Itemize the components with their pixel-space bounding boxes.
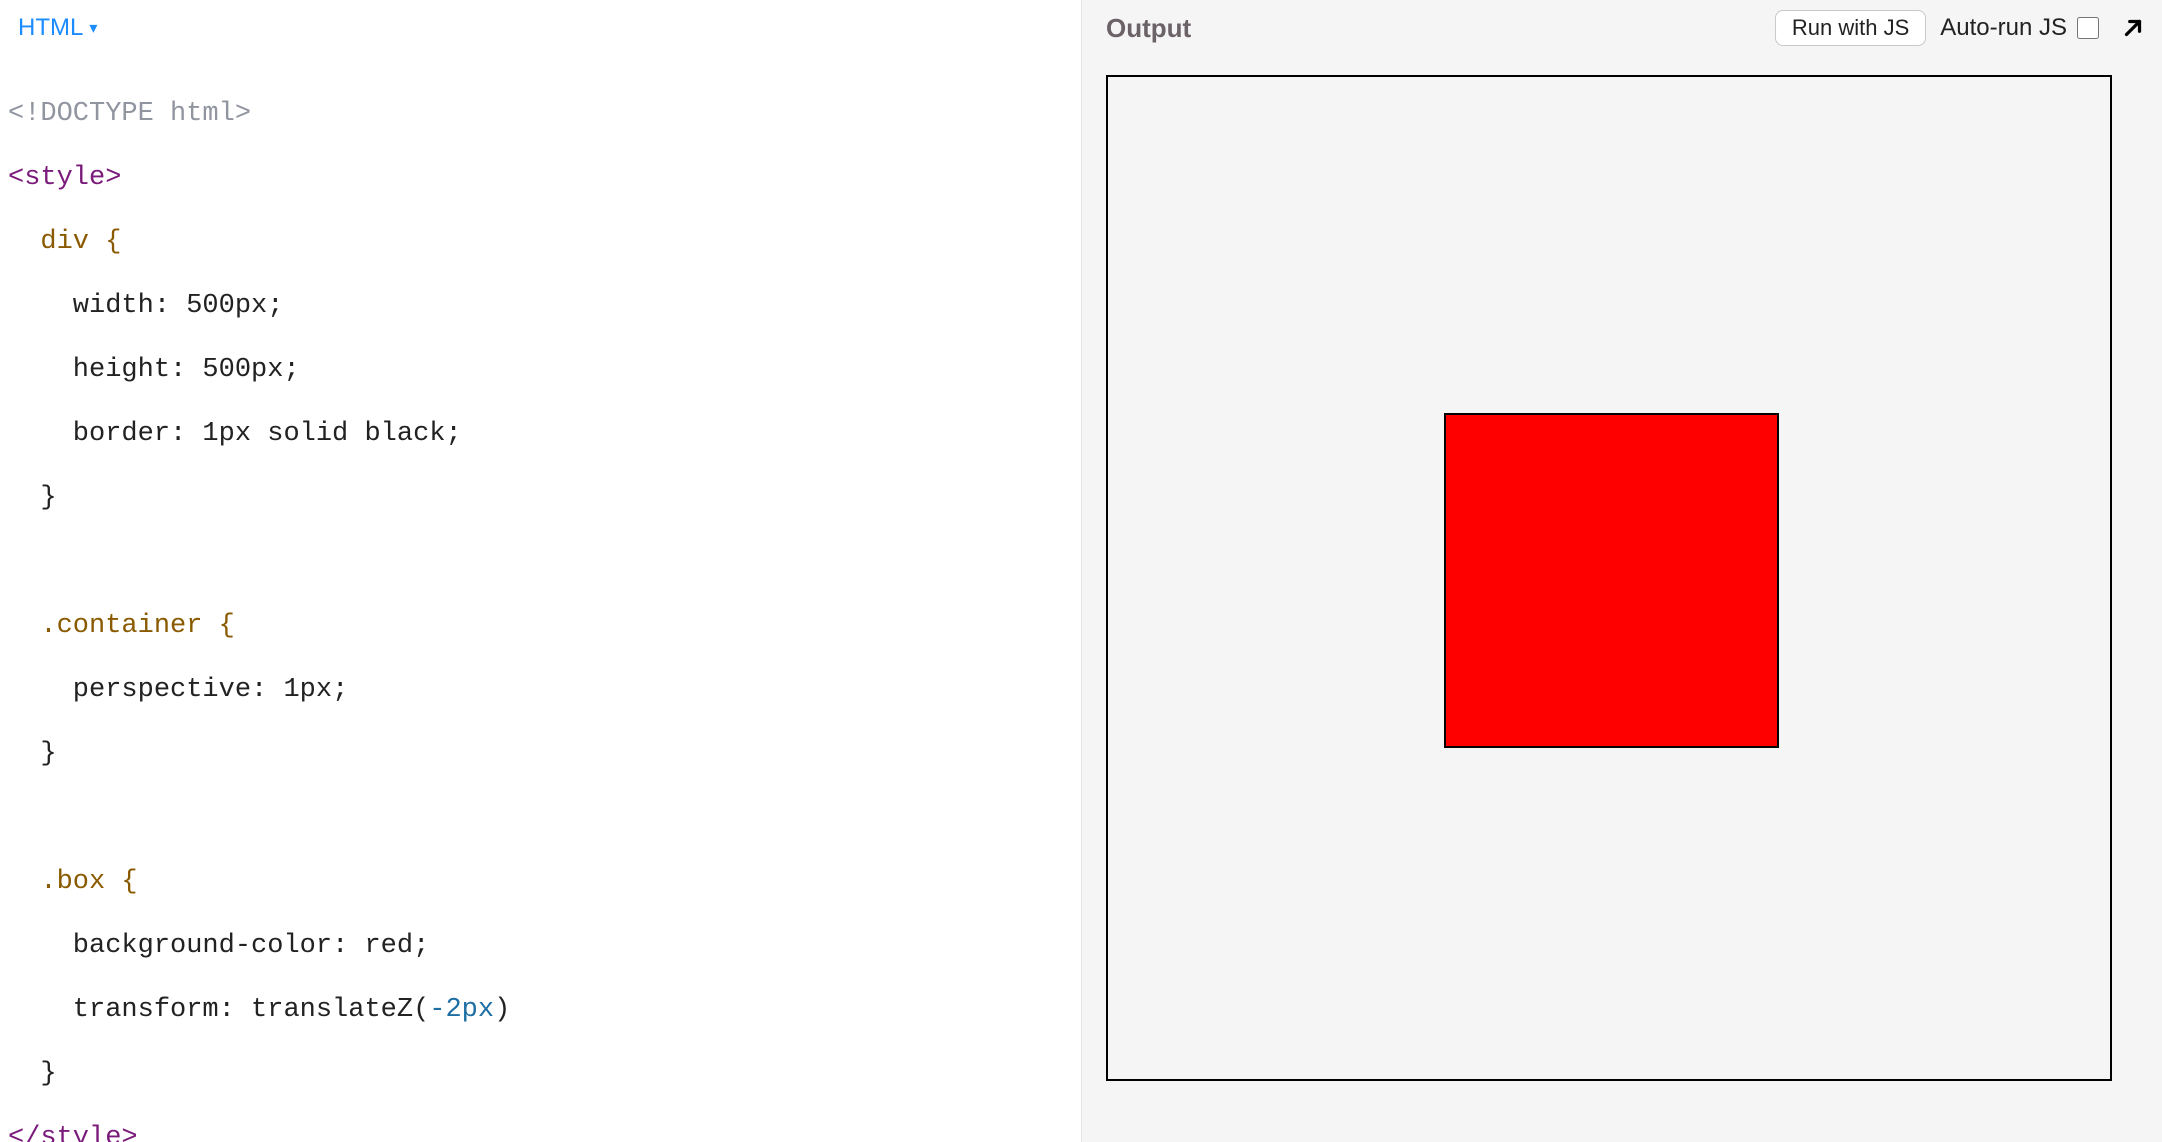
code-prop: height bbox=[8, 355, 170, 385]
preview-container-div bbox=[1106, 75, 2112, 1081]
editor-pane: HTML ▾ <!DOCTYPE html> <style> div { wid… bbox=[0, 0, 1081, 1142]
code-val: translateZ( bbox=[235, 995, 429, 1025]
code-line: } bbox=[8, 739, 57, 769]
code-prop: perspective bbox=[8, 675, 251, 705]
auto-run-js-label: Auto-run JS bbox=[1940, 14, 2067, 42]
code-prop: transform bbox=[8, 995, 219, 1025]
code-prop: background-color bbox=[8, 931, 332, 961]
output-title: Output bbox=[1106, 13, 1191, 44]
code-prop: width bbox=[8, 291, 154, 321]
app-root: HTML ▾ <!DOCTYPE html> <style> div { wid… bbox=[0, 0, 2162, 1142]
code-line: div { bbox=[8, 227, 121, 257]
code-line: } bbox=[8, 1059, 57, 1089]
auto-run-js-checkbox[interactable] bbox=[2077, 17, 2099, 39]
code-val: -2px bbox=[429, 995, 494, 1025]
output-toolbar: Output Run with JS Auto-run JS bbox=[1082, 0, 2162, 56]
expand-icon[interactable] bbox=[2120, 15, 2146, 41]
code-line: .box { bbox=[8, 867, 138, 897]
output-preview bbox=[1106, 75, 2074, 1081]
code-val: 500px bbox=[170, 291, 267, 321]
code-prop: border bbox=[8, 419, 170, 449]
editor-language-selector[interactable]: HTML ▾ bbox=[0, 0, 1081, 56]
code-line: } bbox=[8, 483, 57, 513]
code-line: </style> bbox=[8, 1123, 138, 1142]
code-val: red bbox=[348, 931, 413, 961]
code-line: <style> bbox=[8, 163, 121, 193]
code-line: .container { bbox=[8, 611, 235, 641]
code-val: 1px bbox=[267, 675, 332, 705]
code-val: ) bbox=[494, 995, 510, 1025]
auto-run-js-toggle[interactable]: Auto-run JS bbox=[1940, 14, 2102, 42]
language-label: HTML bbox=[18, 14, 83, 42]
code-line: <!DOCTYPE html> bbox=[8, 99, 251, 129]
run-with-js-button[interactable]: Run with JS bbox=[1775, 10, 1926, 46]
chevron-down-icon: ▾ bbox=[89, 18, 97, 38]
code-editor[interactable]: <!DOCTYPE html> <style> div { width: 500… bbox=[0, 56, 1081, 1142]
code-val: 500px bbox=[186, 355, 283, 385]
preview-box-div bbox=[1444, 413, 1779, 748]
code-val: 1px solid black bbox=[186, 419, 445, 449]
output-pane: Output Run with JS Auto-run JS bbox=[1081, 0, 2162, 1142]
